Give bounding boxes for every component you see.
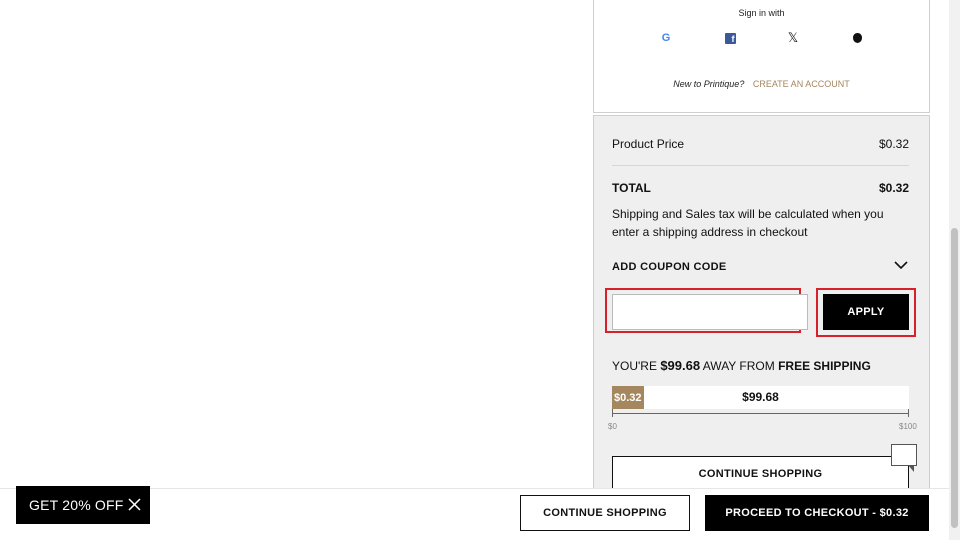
progress-fill: $0.32 — [612, 386, 644, 409]
close-icon[interactable] — [128, 498, 141, 511]
proceed-to-checkout-button[interactable]: PROCEED TO CHECKOUT - $0.32 — [705, 495, 929, 531]
apply-coupon-button[interactable]: APPLY — [823, 294, 909, 330]
divider — [612, 165, 909, 166]
signin-title: Sign in with — [738, 8, 785, 18]
continue-shopping-button[interactable]: CONTINUE SHOPPING — [612, 456, 909, 492]
product-price-value: $0.32 — [878, 137, 909, 151]
away-prefix: YOU'RE — [612, 359, 657, 373]
scale-tick-min — [612, 409, 613, 417]
progress-remaining: $99.68 — [742, 390, 779, 404]
order-summary: Product Price $0.32 TOTAL $0.32 Shipping… — [593, 115, 930, 496]
google-icon[interactable]: G — [658, 30, 674, 46]
away-amount: $99.68 — [660, 358, 701, 373]
apple-icon[interactable] — [849, 30, 865, 46]
scale-min-label: $0 — [608, 422, 617, 431]
x-icon[interactable]: 𝕏 — [785, 30, 801, 46]
chat-bubble-icon[interactable] — [891, 444, 917, 472]
scrollbar-thumb[interactable] — [951, 228, 958, 528]
free-shipping-progress: $99.68 $0.32 — [612, 386, 909, 409]
total-value: $0.32 — [878, 181, 909, 195]
scale-tick-max — [908, 409, 909, 417]
shipping-note: Shipping and Sales tax will be calculate… — [612, 207, 884, 239]
chevron-down-icon[interactable] — [894, 260, 908, 270]
scale-max-label: $100 — [899, 422, 917, 431]
away-suffix: FREE SHIPPING — [778, 359, 871, 373]
signin-card: Sign in with G f 𝕏 New to Printique? CRE… — [593, 0, 930, 113]
total-label: TOTAL — [612, 181, 651, 195]
new-account-line: New to Printique? CREATE AN ACCOUNT — [594, 79, 929, 89]
coupon-code-input[interactable] — [612, 294, 808, 330]
product-price-row: Product Price $0.32 — [612, 137, 909, 151]
bottom-continue-shopping-button[interactable]: CONTINUE SHOPPING — [520, 495, 690, 531]
free-shipping-message: YOU'RE $99.68 AWAY FROM FREE SHIPPING — [612, 358, 871, 373]
page-scrollbar[interactable] — [949, 0, 960, 540]
away-middle: AWAY FROM — [702, 359, 775, 373]
total-row: TOTAL $0.32 — [612, 181, 909, 195]
create-account-link[interactable]: CREATE AN ACCOUNT — [753, 79, 850, 89]
product-price-label: Product Price — [612, 137, 685, 151]
promo-banner[interactable]: GET 20% OFF — [16, 486, 150, 524]
progress-scale — [612, 413, 909, 414]
new-account-prompt: New to Printique? — [673, 79, 745, 89]
coupon-toggle-label[interactable]: ADD COUPON CODE — [612, 261, 727, 273]
promo-label[interactable]: GET 20% OFF — [29, 497, 124, 513]
facebook-icon[interactable]: f — [722, 30, 738, 46]
